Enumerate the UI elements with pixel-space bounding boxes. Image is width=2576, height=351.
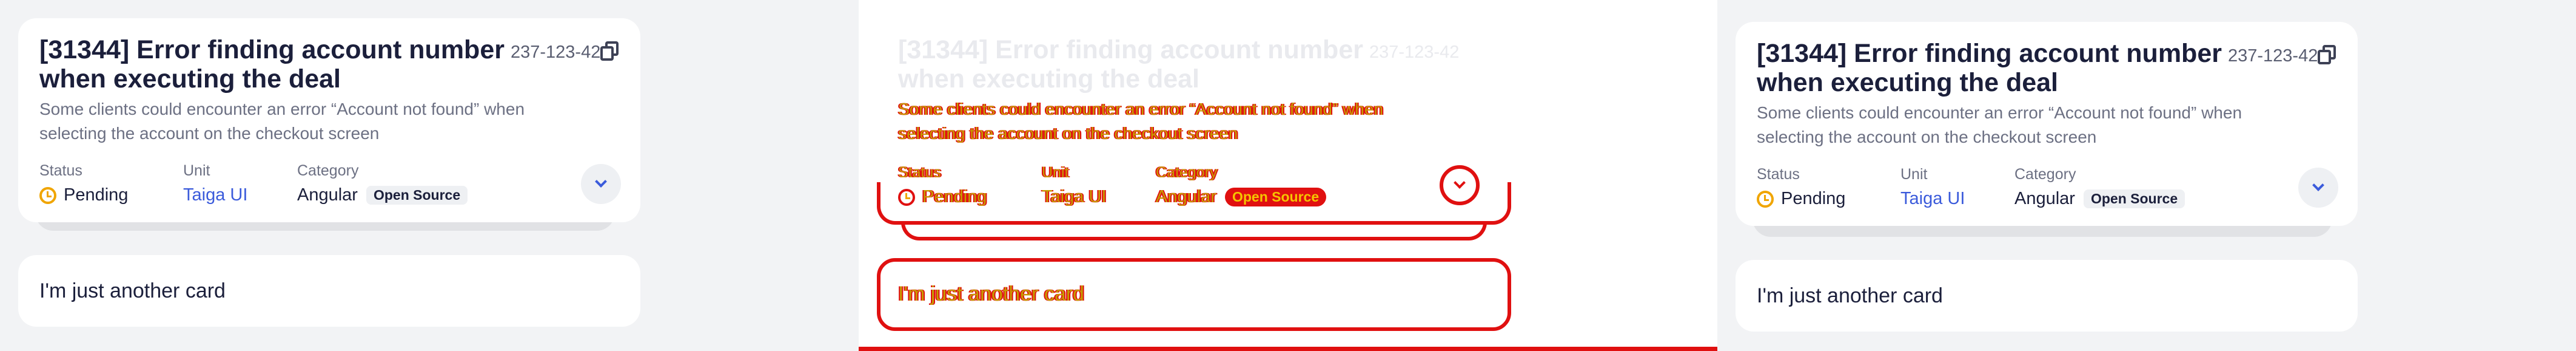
category-value: Angular Open Source [297, 185, 468, 205]
ticket-title-faded: [31344] Error finding account number whe… [898, 35, 1363, 94]
category-label: Category [2014, 166, 2076, 183]
another-card-text: I'm just another card [1757, 284, 1943, 307]
description-highlight: Some clients could encounter an error “A… [898, 100, 1384, 143]
another-card-text-highlight: I'm just another card [898, 282, 1084, 305]
category-text: Angular [297, 185, 358, 205]
chevron-down-icon [595, 176, 607, 188]
unit-link[interactable]: Taiga UI [183, 185, 247, 205]
category-label: Category [297, 162, 359, 179]
card-outline-highlight [877, 182, 1511, 225]
panel-right: [31344] Error finding account number whe… [1717, 0, 2576, 351]
expand-button[interactable] [2298, 168, 2338, 208]
status-text: Pending [1781, 189, 1846, 208]
another-card[interactable]: I'm just another card [18, 255, 640, 327]
category-label-highlight: Category [1156, 164, 1218, 181]
another-card[interactable]: I'm just another card [1736, 260, 2358, 332]
ticket-description: Some clients could encounter an error “A… [39, 100, 525, 143]
category-tag: Open Source [366, 186, 468, 205]
ticket-code: 237-123-42 [511, 43, 601, 62]
unit-link[interactable]: Taiga UI [1900, 189, 1965, 209]
panel-left: [31344] Error finding account number whe… [0, 0, 859, 351]
status-value: Pending [1757, 189, 1845, 209]
ticket-code-faded: 237-123-42 [1369, 43, 1460, 62]
status-value: Pending [39, 185, 128, 205]
unit-label: Unit [1900, 166, 1928, 183]
category-tag: Open Source [2083, 189, 2185, 208]
ticket-title: [31344] Error finding account number whe… [1757, 39, 2222, 97]
ticket-description: Some clients could encounter an error “A… [1757, 103, 2242, 146]
panel-highlight: [31344] Error finding account number whe… [859, 0, 1717, 351]
ticket-code: 237-123-42 [2228, 46, 2318, 66]
ticket-title: [31344] Error finding account number whe… [39, 35, 505, 94]
clock-icon [1757, 190, 1774, 208]
another-card-text: I'm just another card [39, 279, 226, 302]
copy-icon[interactable] [599, 41, 620, 62]
clock-icon [39, 186, 56, 204]
unit-label: Unit [183, 162, 210, 179]
unit-label-highlight: Unit [1042, 164, 1069, 181]
expand-button[interactable] [581, 164, 621, 204]
ticket-card[interactable]: [31344] Error finding account number whe… [1736, 22, 2358, 226]
category-text: Angular [2014, 189, 2075, 208]
copy-icon[interactable] [2316, 45, 2337, 66]
category-value: Angular Open Source [2014, 189, 2185, 209]
status-label: Status [1757, 166, 1800, 183]
ticket-card[interactable]: [31344] Error finding account number whe… [18, 18, 640, 222]
status-label-highlight: Status [898, 164, 941, 181]
shadow-outline-highlight [901, 222, 1487, 240]
chevron-down-icon [2312, 179, 2324, 191]
status-text: Pending [64, 185, 129, 205]
status-label: Status [39, 162, 82, 179]
